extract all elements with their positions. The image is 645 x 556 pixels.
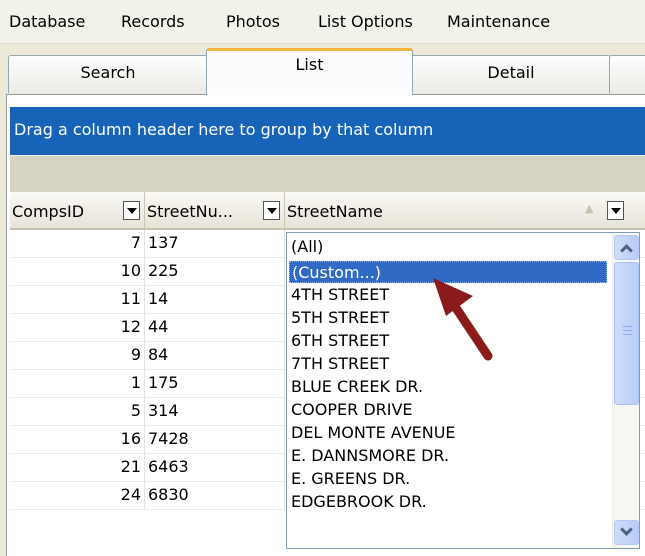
cell-streetnum: 6830	[145, 482, 285, 510]
cell-compsid: 1	[10, 370, 145, 398]
grip-line	[623, 330, 632, 331]
filter-option[interactable]: BLUE CREEK DR.	[289, 376, 607, 398]
scroll-thumb[interactable]	[614, 262, 639, 405]
cell-streetnum: 175	[145, 370, 285, 398]
grid-band	[10, 155, 645, 192]
tab-search[interactable]: Search	[8, 55, 208, 93]
group-by-hint: Drag a column header here to group by th…	[14, 120, 434, 139]
cell-compsid: 16	[10, 426, 145, 454]
scroll-up-button[interactable]	[614, 235, 639, 260]
tab-detail-label: Detail	[487, 63, 535, 82]
cell-compsid: 7	[10, 230, 145, 258]
chevron-up-icon	[620, 244, 633, 257]
column-header-compsid-label: CompsID	[12, 202, 85, 221]
chevron-down-icon[interactable]	[123, 201, 140, 220]
scroll-down-button[interactable]	[614, 520, 639, 545]
group-by-area[interactable]: Drag a column header here to group by th…	[10, 107, 645, 155]
cell-compsid: 5	[10, 398, 145, 426]
tab-list[interactable]: List	[206, 48, 413, 95]
cell-compsid: 12	[10, 314, 145, 342]
cell-streetnum: 225	[145, 258, 285, 286]
cell-streetnum: 137	[145, 230, 285, 258]
chevron-down-icon	[620, 523, 633, 536]
menu-database[interactable]: Database	[9, 12, 85, 31]
cell-streetnum: 6463	[145, 454, 285, 482]
grip-line	[623, 334, 632, 335]
column-header-streetname-label: StreetName	[287, 202, 383, 221]
cell-compsid: 10	[10, 258, 145, 286]
filter-option[interactable]: (All)	[289, 236, 607, 258]
cell-compsid: 9	[10, 342, 145, 370]
cell-streetnum: 44	[145, 314, 285, 342]
filter-option[interactable]: COOPER DRIVE	[289, 399, 607, 421]
chevron-down-icon[interactable]	[263, 201, 280, 220]
grid-header: CompsID StreetNu... StreetName ▲	[10, 192, 645, 230]
menu-maintenance[interactable]: Maintenance	[447, 12, 550, 31]
cell-streetnum: 314	[145, 398, 285, 426]
menu-photos[interactable]: Photos	[226, 12, 280, 31]
cell-streetnum: 14	[145, 286, 285, 314]
menu-bar: Database Records Photos List Options Mai…	[0, 0, 645, 44]
column-header-streetnum-label: StreetNu...	[147, 202, 233, 221]
menu-list-options[interactable]: List Options	[318, 12, 413, 31]
cell-compsid: 24	[10, 482, 145, 510]
sort-ascending-icon: ▲	[585, 202, 594, 215]
filter-option[interactable]: EDGEBROOK DR.	[289, 491, 607, 513]
tab-search-label: Search	[80, 63, 136, 82]
grip-line	[623, 326, 632, 327]
dropdown-scrollbar[interactable]	[612, 233, 639, 548]
filter-option[interactable]	[289, 514, 607, 536]
tab-next[interactable]	[609, 55, 645, 93]
red-arrow-icon	[433, 278, 493, 361]
filter-option[interactable]: DEL MONTE AVENUE	[289, 422, 607, 444]
tab-list-label: List	[295, 55, 324, 74]
cell-streetnum: 7428	[145, 426, 285, 454]
cell-compsid: 11	[10, 286, 145, 314]
tab-detail[interactable]: Detail	[411, 55, 611, 93]
cell-compsid: 21	[10, 454, 145, 482]
cell-streetnum: 84	[145, 342, 285, 370]
filter-option[interactable]: E. GREENS DR.	[289, 468, 607, 490]
chevron-down-icon[interactable]	[607, 201, 624, 220]
menu-records[interactable]: Records	[121, 12, 185, 31]
filter-option[interactable]: E. DANNSMORE DR.	[289, 445, 607, 467]
